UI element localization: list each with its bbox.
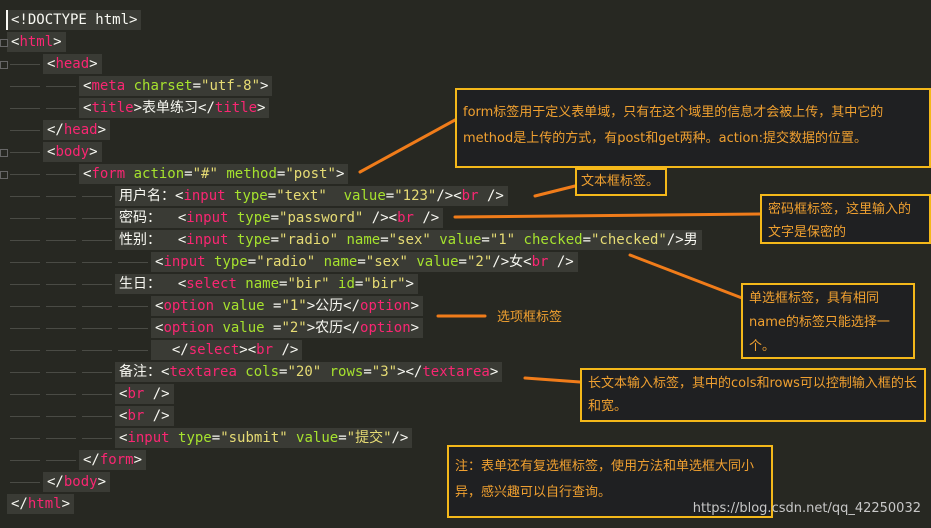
arrow-password bbox=[453, 212, 762, 219]
note-password: 密码框标签，这里输入的文字是保密的 bbox=[760, 194, 931, 244]
watermark: https://blog.csdn.net/qq_42250032 bbox=[692, 501, 921, 516]
arrow-radio bbox=[628, 253, 744, 300]
note-textarea: 长文本输入标签，其中的cols和rows可以控制输入框的长和宽。 bbox=[580, 368, 926, 422]
note-select: 选项框标签 bbox=[497, 310, 563, 325]
arrow-textarea bbox=[523, 376, 582, 384]
arrow-form bbox=[358, 118, 457, 174]
arrow-text bbox=[533, 184, 577, 198]
note-text: 文本框标签。 bbox=[575, 168, 667, 196]
note-form: form标签用于定义表单域，只有在这个域里的信息才会被上传，其中它的method… bbox=[455, 88, 931, 168]
note-radio: 单选框标签，具有相同name的标签只能选择一个。 bbox=[741, 283, 915, 359]
